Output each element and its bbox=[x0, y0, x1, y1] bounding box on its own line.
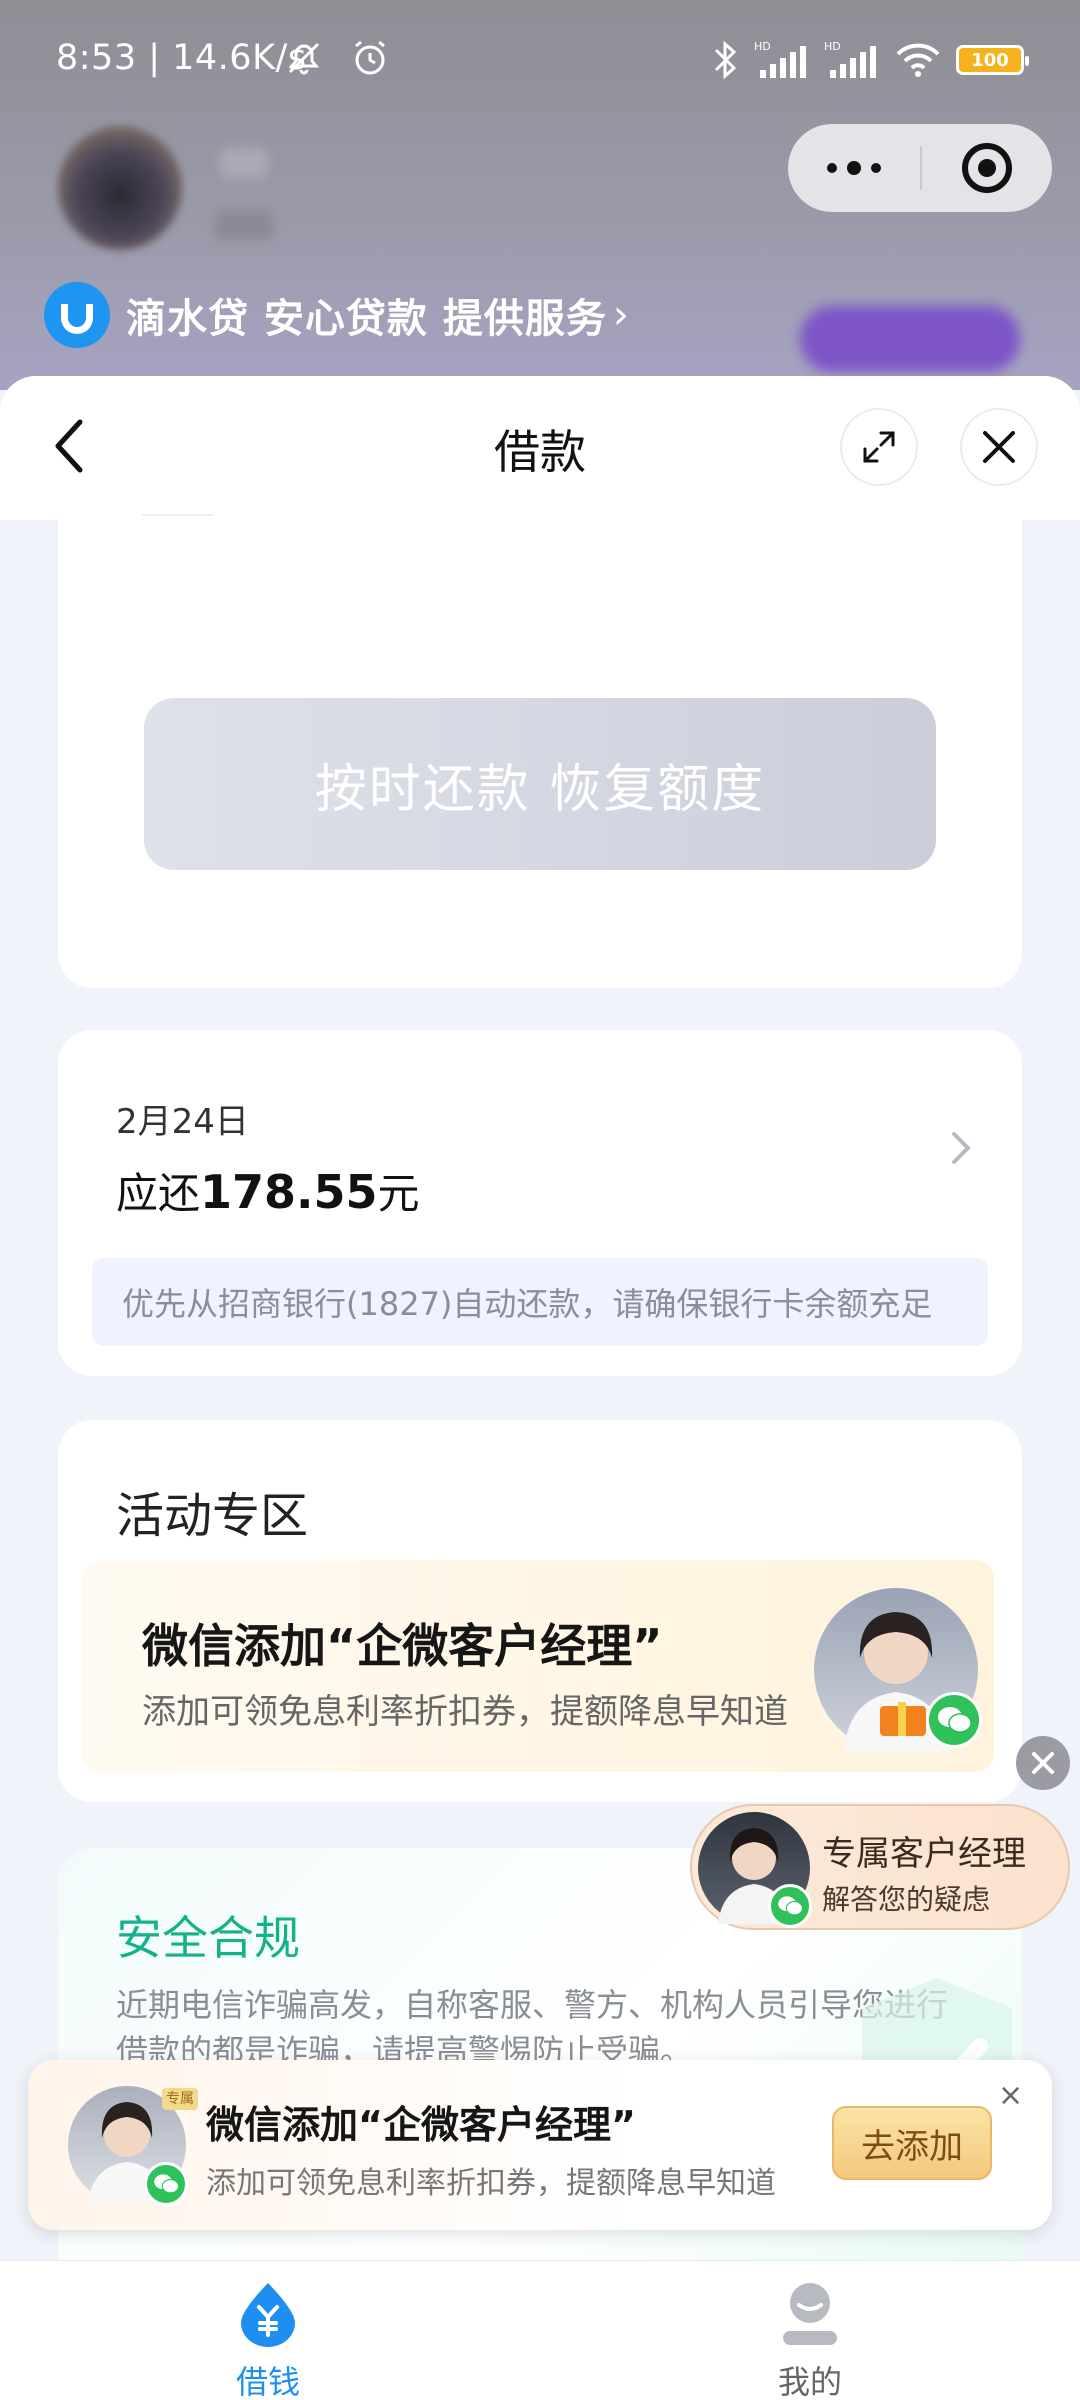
provider-link[interactable]: 滴水贷 安心贷款 提供服务 › bbox=[44, 282, 629, 348]
alarm-icon bbox=[355, 40, 385, 75]
miniprogram-capsule bbox=[788, 124, 1052, 212]
wifi-icon bbox=[896, 43, 940, 77]
banner-subtitle: 添加可领免息利率折扣券，提额降息早知道 bbox=[206, 2166, 776, 2201]
signal-icon-2: HD bbox=[824, 40, 876, 78]
banner-title: 微信添加“企微客户经理” bbox=[206, 2103, 636, 2147]
blurred-subtext bbox=[214, 210, 274, 240]
promo-title: 微信添加“企微客户经理” bbox=[142, 1619, 663, 1673]
close-float-button[interactable] bbox=[1016, 1736, 1070, 1790]
svg-text:HD: HD bbox=[754, 40, 771, 53]
manager-subtitle: 解答您的疑虑 bbox=[822, 1883, 991, 1916]
provider-logo-icon bbox=[44, 282, 110, 348]
tab-borrow[interactable]: 借钱 bbox=[168, 2281, 368, 2400]
provider-text: 滴水贷 安心贷款 提供服务 bbox=[126, 296, 607, 342]
credit-card-panel: 按时还款 恢复额度 bbox=[58, 496, 1022, 988]
user-avatar bbox=[58, 126, 182, 250]
floating-manager-button[interactable]: 专属客户经理 解答您的疑虑 bbox=[690, 1804, 1070, 1930]
close-button[interactable] bbox=[960, 408, 1038, 486]
activity-card: 活动专区 微信添加“企微客户经理” 添加可领免息利率折扣券，提额降息早知道 bbox=[58, 1420, 1022, 1802]
close-miniprogram-icon[interactable] bbox=[922, 143, 1052, 193]
tab-mine-label: 我的 bbox=[777, 2363, 842, 2400]
bottom-tab-bar: 借钱 我的 bbox=[0, 2260, 1080, 2400]
user-profile-icon bbox=[783, 2283, 837, 2345]
wechat-icon bbox=[768, 1884, 812, 1928]
repay-restore-button[interactable]: 按时还款 恢复额度 bbox=[144, 698, 936, 870]
bluetooth-icon bbox=[714, 40, 737, 80]
battery-icon: 100 bbox=[956, 45, 1029, 75]
close-icon bbox=[983, 431, 1015, 463]
due-amount: 应还178.55元 bbox=[116, 1165, 420, 1219]
add-wechat-button[interactable]: 去添加 bbox=[832, 2106, 992, 2180]
blurred-action-button bbox=[800, 306, 1020, 372]
close-icon bbox=[1032, 1752, 1054, 1774]
expand-button[interactable] bbox=[840, 408, 918, 486]
exclusive-tag: 专属 bbox=[162, 2088, 198, 2110]
signal-icon: HD bbox=[754, 40, 806, 78]
autopay-notice: 优先从招商银行(1827)自动还款，请确保银行卡余额充足 bbox=[92, 1258, 988, 1346]
mute-bell-icon bbox=[288, 42, 320, 75]
chevron-right-icon: › bbox=[612, 292, 629, 338]
wechat-icon bbox=[144, 2162, 188, 2206]
manager-avatar bbox=[698, 1812, 812, 1928]
expand-icon bbox=[863, 431, 895, 463]
tab-mine[interactable]: 我的 bbox=[710, 2281, 910, 2400]
page-title: 借款 bbox=[494, 425, 586, 479]
manager-title: 专属客户经理 bbox=[822, 1834, 1026, 1874]
chevron-right-icon bbox=[952, 1132, 971, 1164]
promo-subtitle: 添加可领免息利率折扣券，提额降息早知道 bbox=[142, 1692, 788, 1732]
wechat-promo[interactable]: 微信添加“企微客户经理” 添加可领免息利率折扣券，提额降息早知道 bbox=[82, 1560, 994, 1772]
due-date: 2月24日 bbox=[116, 1102, 249, 1142]
wechat-add-banner: 专属 微信添加“企微客户经理” 添加可领免息利率折扣券，提额降息早知道 去添加 … bbox=[28, 2060, 1052, 2230]
wechat-icon bbox=[926, 1692, 982, 1748]
activity-title: 活动专区 bbox=[116, 1488, 309, 1544]
safety-title: 安全合规 bbox=[116, 1911, 300, 1965]
repayment-card[interactable]: 2月24日 应还178.55元 优先从招商银行(1827)自动还款，请确保银行卡… bbox=[58, 1030, 1022, 1376]
manager-avatar bbox=[814, 1588, 982, 1752]
status-bar: 8:53 | 14.6K/s HD HD 100 bbox=[0, 0, 1080, 120]
close-banner-icon[interactable]: × bbox=[998, 2078, 1023, 2113]
tab-borrow-label: 借钱 bbox=[235, 2363, 300, 2400]
svg-text:HD: HD bbox=[824, 40, 841, 53]
blurred-username bbox=[220, 148, 268, 178]
more-menu-icon[interactable] bbox=[788, 161, 920, 175]
money-drop-icon bbox=[241, 2283, 295, 2347]
status-time: 8:53 | 14.6K/s bbox=[56, 38, 307, 78]
